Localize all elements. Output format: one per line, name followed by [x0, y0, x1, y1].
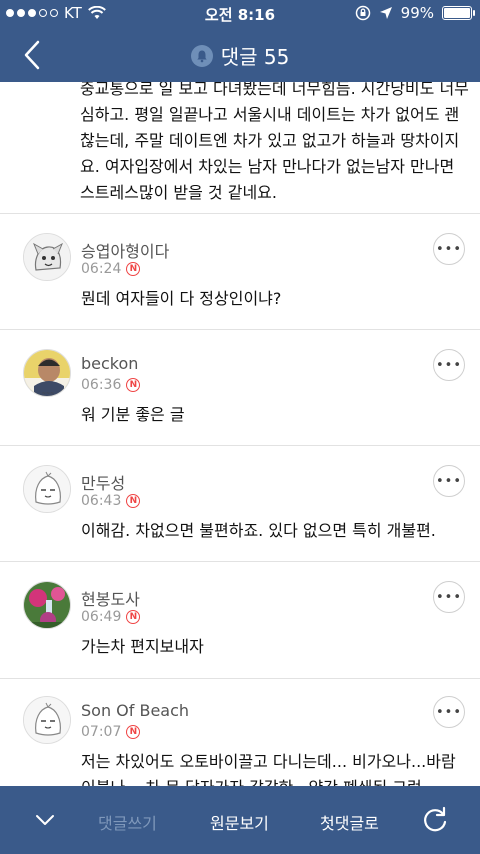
title-text: 댓글 55: [220, 45, 290, 69]
battery-percent: 99%: [400, 4, 434, 22]
divider: [0, 445, 480, 446]
divider: [0, 213, 480, 214]
n-badge-icon: N: [126, 725, 141, 739]
comment-body: 저는 차있어도 오토바이끌고 다니는데... 비가오나...바람이불나... 차…: [81, 752, 456, 786]
comment-author[interactable]: Son Of Beach: [81, 701, 189, 720]
divider: [0, 678, 480, 679]
comment-meta: 06:43 N: [81, 493, 141, 509]
divider: [0, 561, 480, 562]
header: 댓글 55: [0, 28, 480, 82]
comment-time: 06:24: [81, 261, 122, 277]
n-badge-icon: N: [126, 378, 141, 392]
more-button[interactable]: •••: [433, 233, 465, 265]
more-button[interactable]: •••: [433, 349, 465, 381]
comment-author[interactable]: 만두성: [81, 470, 125, 494]
page-title: 댓글 55: [0, 41, 480, 70]
comment-meta: 06:36 N: [81, 377, 141, 393]
svg-text:~~~: ~~~: [42, 391, 55, 397]
comment-author[interactable]: 승엽아형이다: [81, 238, 169, 262]
comment-list[interactable]: 중교통으로 일 보고 다녀봤는데 너무힘듬. 시간낭비도 너무 심하고. 평일 …: [0, 82, 480, 786]
n-badge-icon: N: [126, 610, 141, 624]
more-button[interactable]: •••: [433, 465, 465, 497]
comment-body: 뭔데 여자들이 다 정상인이냐?: [81, 289, 282, 308]
more-icon: •••: [435, 473, 462, 489]
avatar: [23, 581, 71, 629]
status-right: 99%: [355, 4, 475, 22]
rotation-lock-icon: [355, 5, 370, 21]
refresh-icon[interactable]: [421, 806, 449, 834]
comment-meta: 06:49 N: [81, 609, 141, 625]
comment-time: 07:07: [81, 724, 122, 740]
comment-time: 06:36: [81, 377, 122, 393]
divider: [0, 329, 480, 330]
comment-body: 이해감. 차없으면 불편하죠. 있다 없으면 특히 개불편.: [81, 521, 436, 540]
more-icon: •••: [435, 357, 462, 373]
status-bar: KT 오전 8:16 99%: [0, 0, 480, 28]
write-comment-button[interactable]: 댓글쓰기: [98, 810, 157, 834]
bottom-toolbar: 댓글쓰기 원문보기 첫댓글로: [0, 786, 480, 854]
comment-author[interactable]: beckon: [81, 354, 138, 373]
chevron-down-icon[interactable]: [34, 812, 56, 828]
n-badge-icon: N: [126, 494, 141, 508]
more-icon: •••: [435, 704, 462, 720]
avatar: [23, 233, 71, 281]
avatar: [23, 465, 71, 513]
comment-time: 06:49: [81, 609, 122, 625]
more-button[interactable]: •••: [433, 696, 465, 728]
comment-author[interactable]: 현봉도사: [81, 586, 140, 610]
comment-time: 06:43: [81, 493, 122, 509]
more-button[interactable]: •••: [433, 581, 465, 613]
n-badge-icon: N: [126, 262, 141, 276]
view-original-button[interactable]: 원문보기: [210, 810, 269, 834]
location-icon: [379, 7, 392, 19]
avatar: [23, 696, 71, 744]
battery-icon: [442, 6, 475, 20]
comment-meta: 07:07 N: [81, 724, 141, 740]
more-icon: •••: [435, 589, 462, 605]
comment-body: 가는차 편지보내자: [81, 637, 204, 656]
comment-meta: 06:24 N: [81, 261, 141, 277]
comment-body: 워 기분 좋은 글: [81, 405, 185, 424]
more-icon: •••: [435, 241, 462, 257]
bell-icon: [190, 44, 213, 67]
first-comment-button[interactable]: 첫댓글로: [320, 810, 379, 834]
previous-comment-body: 중교통으로 일 보고 다녀봤는데 너무힘듬. 시간낭비도 너무 심하고. 평일 …: [80, 82, 469, 202]
avatar: ~~~: [23, 349, 71, 397]
